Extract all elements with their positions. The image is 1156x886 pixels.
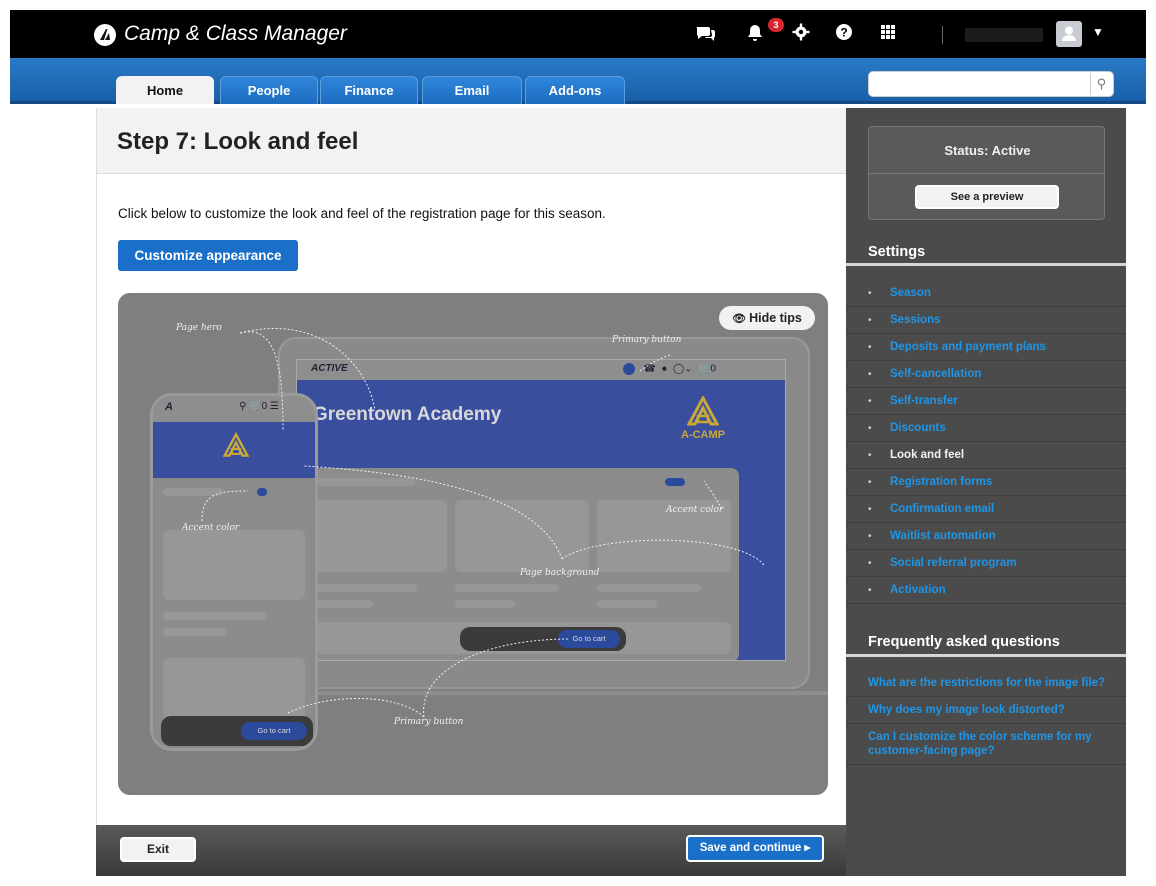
save-and-continue-button[interactable]: Save and continue ▸ [686, 835, 824, 862]
faq-heading: Frequently asked questions [868, 634, 1060, 650]
annotation-page-hero: Page hero [176, 323, 222, 333]
see-a-preview-button[interactable]: See a preview [915, 185, 1059, 209]
divider [846, 263, 1126, 266]
divider [846, 654, 1126, 657]
top-bar: Camp & Class Manager 3 ? ▼ [10, 10, 1146, 58]
bell-icon[interactable] [743, 23, 767, 48]
settings-heading: Settings [868, 244, 926, 260]
gear-icon[interactable] [789, 23, 813, 46]
sidebar-item-season[interactable]: • Season [846, 280, 1126, 307]
app-root: Camp & Class Manager 3 ? ▼ Home People F… [0, 0, 1156, 886]
sidebar-item-registration-forms[interactable]: • Registration forms [846, 469, 1126, 496]
sidebar-item-confirmation-email[interactable]: • Confirmation email [846, 496, 1126, 523]
sidebar-item-deposits[interactable]: • Deposits and payment plans [846, 334, 1126, 361]
annotation-arrows [201, 328, 765, 718]
sidebar-item-discounts[interactable]: • Discounts [846, 415, 1126, 442]
avatar[interactable] [1056, 21, 1082, 47]
status-text: Status: Active [944, 143, 1031, 158]
customize-appearance-button[interactable]: Customize appearance [118, 240, 298, 271]
notification-count-badge: 3 [768, 18, 784, 32]
annotation-accent-color-left: Accent color [182, 523, 240, 533]
faq-link[interactable]: What are the restrictions for the image … [846, 670, 1126, 697]
chat-icon[interactable] [694, 23, 718, 48]
annotation-page-background: Page background [520, 568, 600, 578]
search-icon[interactable]: ⚲ [1090, 73, 1112, 95]
chevron-down-icon[interactable]: ▼ [1092, 25, 1104, 39]
sidebar: Status: Active See a preview Settings • S… [846, 108, 1126, 876]
sidebar-item-self-cancellation[interactable]: • Self-cancellation [846, 361, 1126, 388]
user-name-redacted[interactable] [965, 28, 1043, 42]
faq-list: What are the restrictions for the image … [846, 670, 1126, 765]
sidebar-item-look-and-feel: • Look and feel [846, 442, 1126, 469]
faq-link[interactable]: Why does my image look distorted? [846, 697, 1126, 724]
tab-home[interactable]: Home [116, 76, 214, 104]
divider [869, 173, 1104, 174]
tab-people[interactable]: People [220, 76, 318, 104]
topbar-divider [942, 26, 943, 44]
settings-list: • Season • Sessions • Deposits and payment … [846, 280, 1126, 604]
annotation-primary-button-top: Primary button [612, 335, 682, 345]
help-icon[interactable]: ? [832, 23, 856, 46]
sidebar-item-self-transfer[interactable]: • Self-transfer [846, 388, 1126, 415]
app-title[interactable]: Camp & Class Manager [124, 22, 347, 46]
intro-text: Click below to customize the look and fe… [118, 206, 606, 221]
look-and-feel-illustration: 👁 Hide tips ACTIVE ☎ ● ◯⌄ 🛒0 Greentown Ac… [118, 293, 828, 795]
footer-bar: Exit Save and continue ▸ [96, 825, 846, 876]
apps-grid-icon[interactable] [876, 23, 900, 45]
exit-button[interactable]: Exit [120, 837, 196, 862]
main-content: Step 7: Look and feel Click below to cus… [96, 108, 847, 876]
sidebar-item-waitlist-automation[interactable]: • Waitlist automation [846, 523, 1126, 550]
tab-add-ons[interactable]: Add-ons [525, 76, 625, 104]
app-logo-icon[interactable] [94, 24, 116, 46]
annotation-accent-color-right: Accent color [666, 505, 724, 515]
annotation-primary-button-bottom: Primary button [394, 717, 464, 727]
status-panel: Status: Active See a preview [868, 126, 1105, 220]
step-header: Step 7: Look and feel [97, 108, 847, 174]
faq-link[interactable]: Can I customize the color scheme for my … [846, 724, 1126, 765]
page-title: Step 7: Look and feel [117, 128, 359, 155]
search-input[interactable]: ⚲ [868, 71, 1114, 97]
sidebar-item-activation[interactable]: • Activation [846, 577, 1126, 604]
tab-finance[interactable]: Finance [320, 76, 418, 104]
sidebar-item-sessions[interactable]: • Sessions [846, 307, 1126, 334]
svg-text:?: ? [840, 26, 847, 40]
tab-email[interactable]: Email [422, 76, 522, 104]
main-nav: Home People Finance Email Add-ons ⚲ [10, 58, 1146, 104]
sidebar-item-social-referral[interactable]: • Social referral program [846, 550, 1126, 577]
